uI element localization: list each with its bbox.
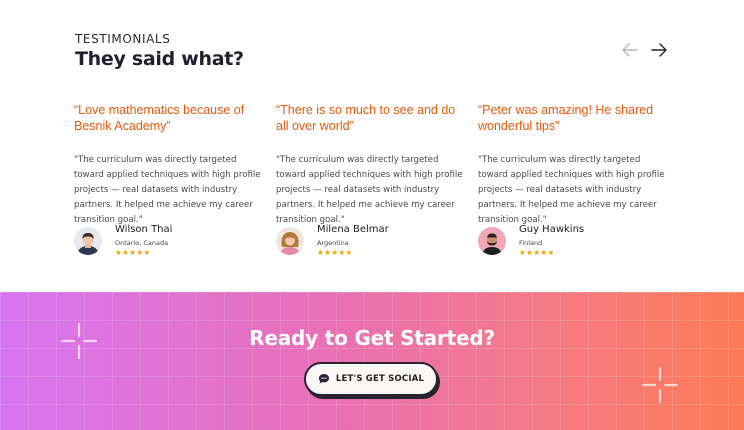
testimonial-card: “There is so much to see and do all over… [276,102,466,257]
button-label: LET'S GET SOCIAL [335,374,425,384]
testimonial-body: "The curriculum was directly targeted to… [74,155,261,225]
avatar [478,226,506,255]
author-location: Ontario, Canada [115,239,169,247]
cta-title: Ready to Get Started? [249,326,495,350]
author-name: Guy Hawkins [519,224,585,235]
author-name: Milena Belmar [317,224,389,235]
testimonial-card: “Love mathematics because of Besnik Acad… [74,102,264,257]
grid-background [0,292,744,430]
chat-bubble-icon [318,374,329,384]
arrow-right-icon [651,43,667,57]
avatar [74,226,102,255]
testimonial-author: Guy Hawkins Finland ★★★★★ [478,224,584,257]
avatar [276,226,304,255]
testimonial-body: "The curriculum was directly targeted to… [276,155,463,225]
author-name: Wilson Thai [115,224,173,235]
section-eyebrow: TESTIMONIALS [75,32,171,46]
testimonial-card: “Peter was amazing! He shared wonderful … [478,102,668,257]
section-heading: They said what? [75,48,244,70]
testimonial-quote: “Love mathematics because of Besnik Acad… [74,103,245,133]
testimonial-author: Wilson Thai Ontario, Canada ★★★★★ [74,224,172,257]
author-location: Finland [519,239,543,247]
next-arrow-button[interactable] [649,40,669,60]
author-location: Argentina [317,239,349,247]
prev-arrow-button[interactable] [620,40,640,60]
testimonial-author: Milena Belmar Argentina ★★★★★ [276,224,389,257]
sparkle-icon [641,366,679,404]
testimonial-quote: “There is so much to see and do all over… [276,103,456,133]
star-rating: ★★★★★ [519,248,555,257]
arrow-left-icon [622,43,638,57]
testimonial-body: "The curriculum was directly targeted to… [478,155,665,225]
testimonial-quote: “Peter was amazing! He shared wonderful … [478,103,654,133]
testimonials-section: TESTIMONIALS They said what? “Love mathe… [0,0,744,292]
lets-get-social-button[interactable]: LET'S GET SOCIAL [304,362,438,396]
cta-banner: Ready to Get Started? LET'S GET SOCIAL [0,292,744,430]
star-rating: ★★★★★ [115,248,151,257]
star-rating: ★★★★★ [317,248,353,257]
